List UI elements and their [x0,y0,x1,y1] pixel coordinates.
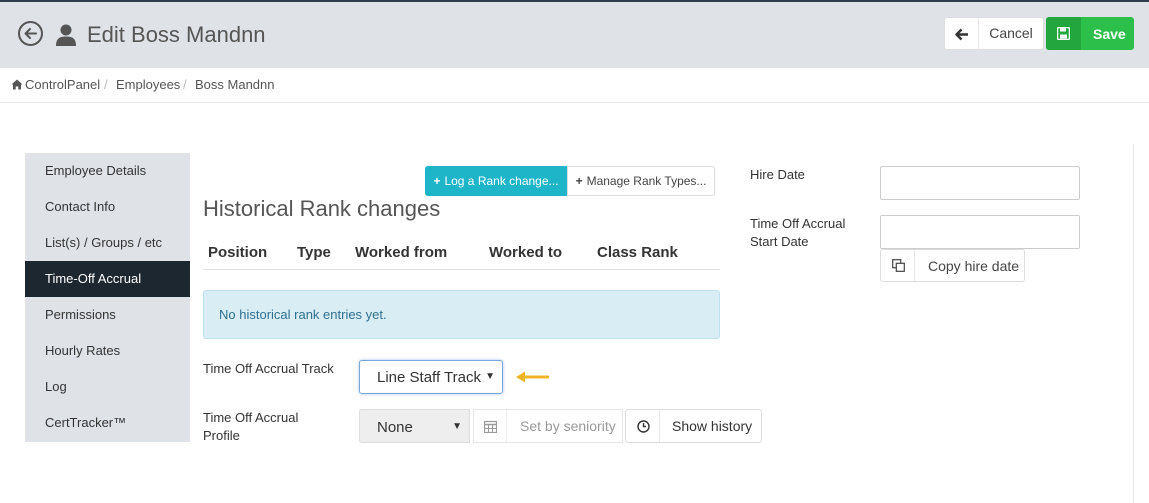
set-by-seniority-button[interactable]: Set by seniority [473,409,623,443]
set-by-seniority-label: Set by seniority [520,418,616,434]
column-header-worked-to[interactable]: Worked to [489,244,562,261]
log-rank-change-button[interactable]: + Log a Rank change... [425,166,567,196]
content-divider [1133,144,1134,503]
breadcrumb-employees[interactable]: Employees [116,77,180,92]
breadcrumb-controlpanel[interactable]: ControlPanel [25,77,100,92]
copy-hire-date-label: Copy hire date [928,258,1020,274]
sidebar-item-certtracker[interactable]: CertTracker™ [25,405,190,441]
sidebar-nav: Employee Details Contact Info List(s) / … [25,153,190,442]
caret-down-icon: ▼ [485,371,495,382]
save-button-label: Save [1093,26,1126,42]
copy-hire-date-button[interactable]: Copy hire date [880,249,1025,282]
accrual-start-date-label: Time Off Accrual Start Date [750,215,845,251]
sidebar-item-contact-info[interactable]: Contact Info [25,189,190,225]
hire-date-input[interactable] [880,166,1080,200]
save-button[interactable]: Save [1046,17,1134,50]
show-history-label: Show history [672,418,753,434]
home-icon [11,79,23,90]
log-rank-change-label: Log a Rank change... [444,174,559,188]
accrual-start-date-label-line1: Time Off Accrual [750,216,846,231]
plus-icon: + [575,174,583,188]
back-circle-icon[interactable] [18,21,43,46]
manage-rank-types-button[interactable]: + Manage Rank Types... [567,166,715,196]
sidebar-item-time-off-accrual[interactable]: Time-Off Accrual [25,261,190,297]
accrual-track-select[interactable]: Line Staff Track ▼ [359,360,503,394]
accrual-profile-label-line2: Profile [203,428,240,443]
sidebar-item-permissions[interactable]: Permissions [25,297,190,333]
sidebar-item-hourly-rates[interactable]: Hourly Rates [25,333,190,369]
floppy-disk-icon [1046,17,1081,50]
plus-icon: + [433,174,441,188]
breadcrumb: ControlPanel / Employees / Boss Mandnn [0,68,1149,103]
accrual-profile-select[interactable]: None ▼ [359,409,470,443]
caret-down-icon: ▼ [452,421,462,432]
column-header-class-rank[interactable]: Class Rank [597,244,678,261]
accrual-start-date-input[interactable] [880,215,1080,249]
accrual-profile-label: Time Off Accrual Profile [203,409,298,445]
accrual-profile-label-line1: Time Off Accrual [203,410,299,425]
column-header-type[interactable]: Type [297,244,331,261]
sidebar-item-employee-details[interactable]: Employee Details [25,153,190,189]
column-header-position[interactable]: Position [208,244,267,261]
user-icon [56,24,76,46]
arrow-left-hint-icon [516,371,549,383]
manage-rank-types-label: Manage Rank Types... [586,174,707,188]
calendar-icon [474,410,507,442]
breadcrumb-current: Boss Mandnn [195,77,275,92]
rank-table-header: Position Type Worked from Worked to Clas… [203,238,720,270]
back-button[interactable] [944,17,979,50]
empty-rank-alert: No historical rank entries yet. [203,290,720,339]
accrual-track-value: Line Staff Track [377,369,481,386]
column-header-worked-from[interactable]: Worked from [355,244,447,261]
arrow-left-icon [955,28,968,41]
sidebar-item-log[interactable]: Log [25,369,190,405]
breadcrumb-separator: / [183,77,187,92]
hire-date-label: Hire Date [750,167,805,182]
sidebar-item-lists-groups[interactable]: List(s) / Groups / etc [25,225,190,261]
show-history-button[interactable]: Show history [625,409,762,443]
accrual-track-label: Time Off Accrual Track [203,361,334,376]
breadcrumb-separator: / [104,77,108,92]
accrual-profile-value: None [377,419,413,436]
section-title: Historical Rank changes [203,196,441,221]
page-title: Edit Boss Mandnn [87,22,266,47]
copy-icon [881,250,915,281]
clock-icon [626,410,660,442]
accrual-start-date-label-line2: Start Date [750,234,809,249]
cancel-button[interactable]: Cancel [978,17,1044,50]
